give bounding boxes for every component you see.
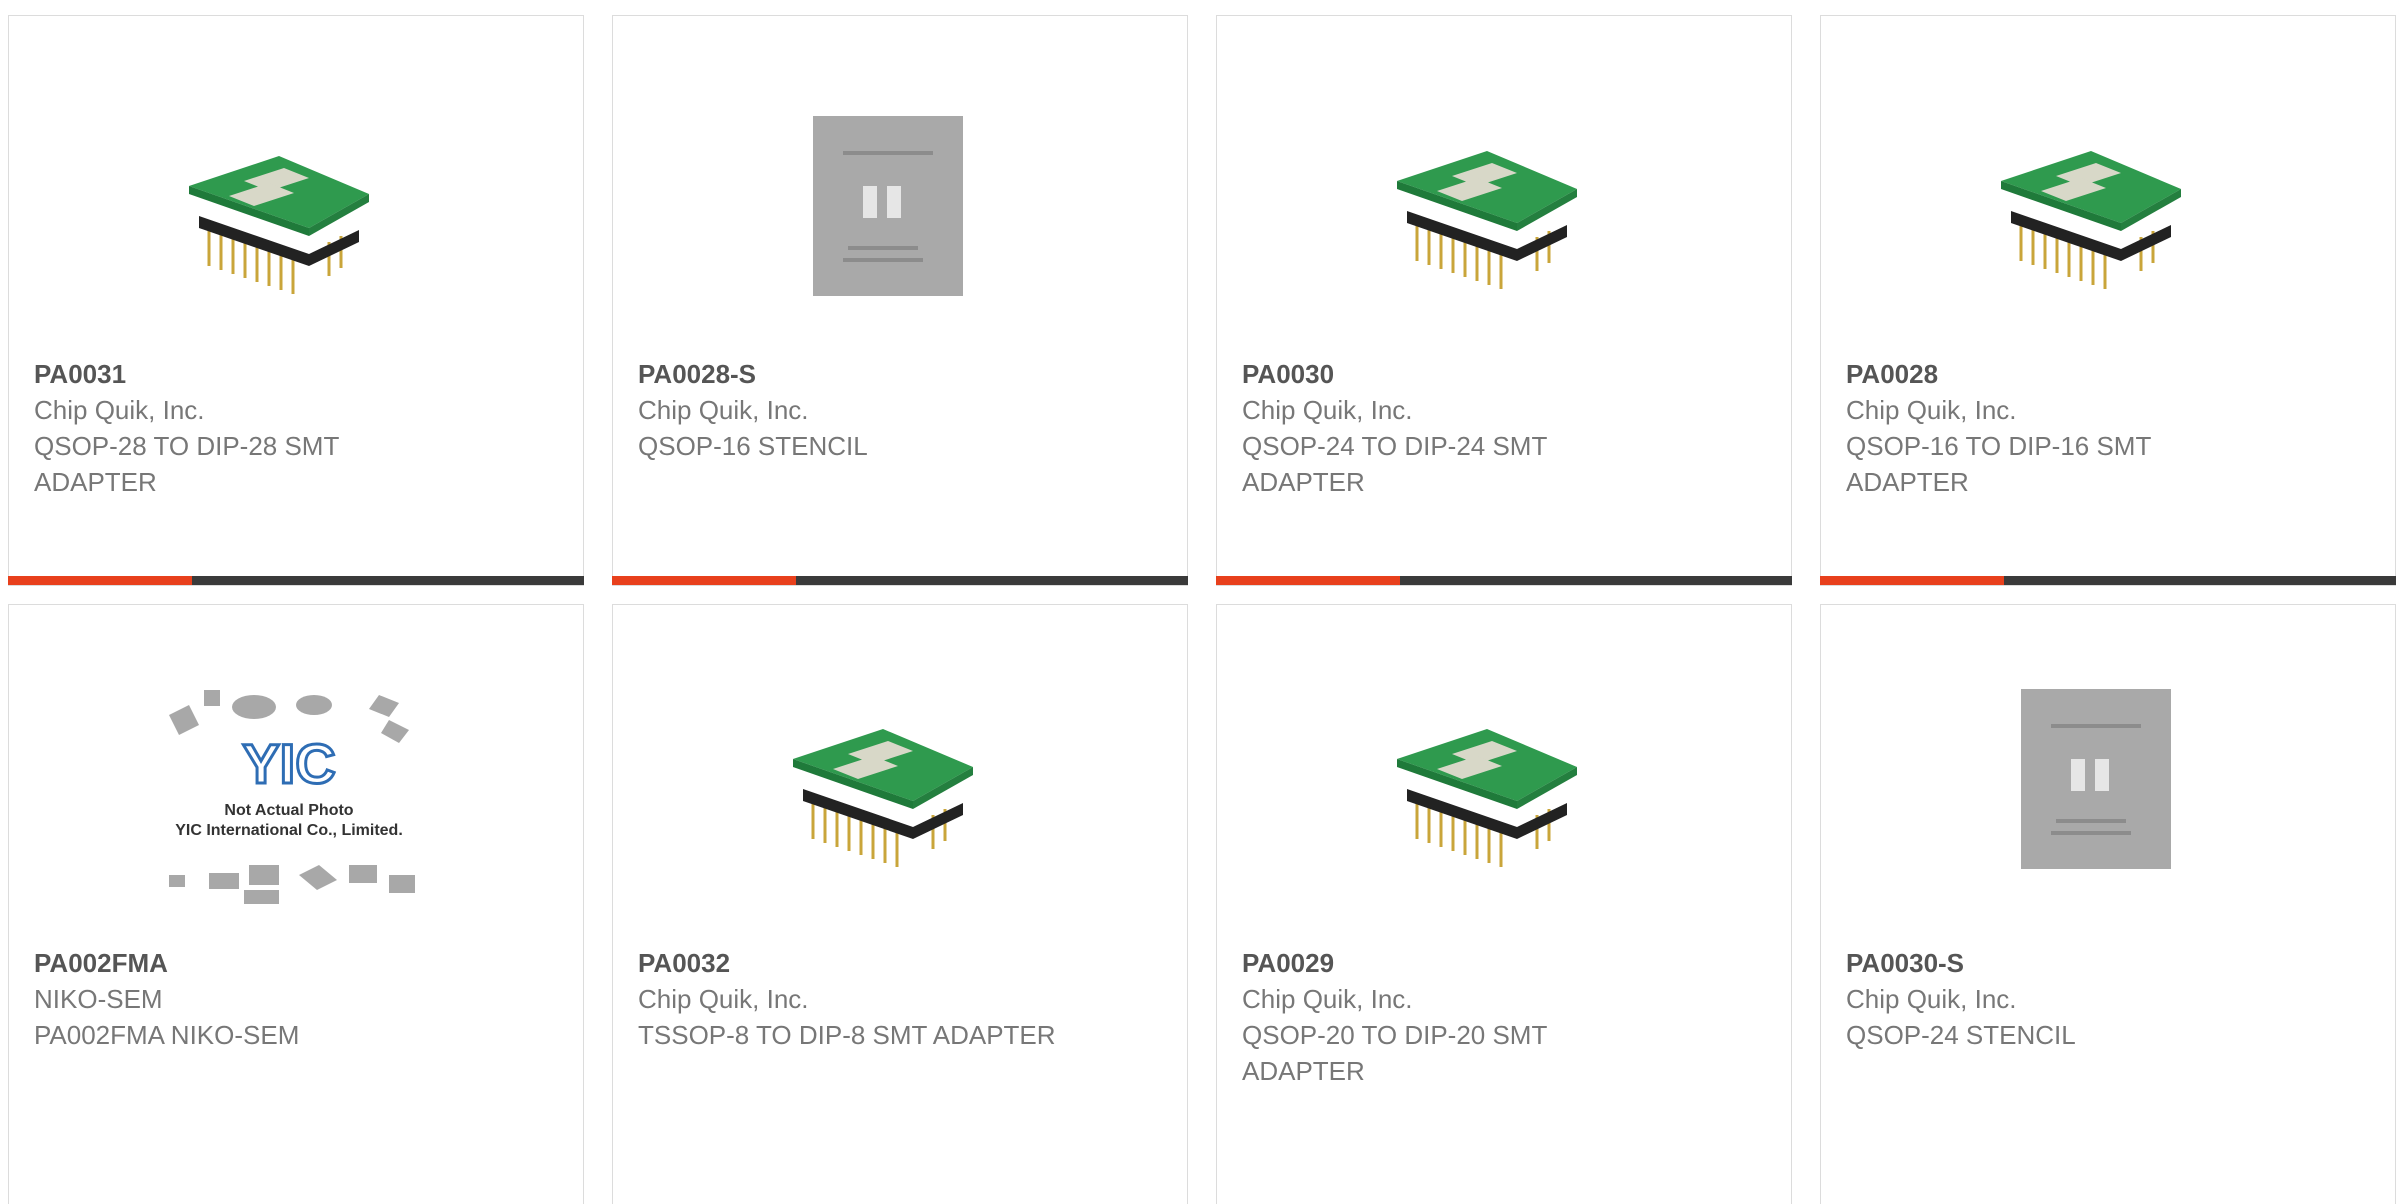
manufacturer: Chip Quik, Inc.	[1846, 984, 2017, 1014]
product-card[interactable]: PA0028 Chip Quik, Inc. QSOP-16 TO DIP-16…	[1820, 15, 2396, 586]
product-info: PA0029 Chip Quik, Inc. QSOP-20 TO DIP-20…	[1242, 945, 1762, 1089]
dip-adapter-20-icon	[1395, 727, 1579, 869]
description: QSOP-28 TO DIP-28 SMT ADAPTER	[34, 431, 339, 497]
placeholder-line2: YIC International Co., Limited.	[175, 822, 403, 839]
part-number[interactable]: PA0030-S	[1846, 945, 2366, 981]
dip-adapter-24-icon	[1395, 149, 1579, 291]
part-number[interactable]: PA0030	[1242, 356, 1762, 392]
product-info: PA002FMA NIKO-SEM PA002FMA NIKO-SEM	[34, 945, 554, 1053]
part-number[interactable]: PA0029	[1242, 945, 1762, 981]
product-info: PA0032 Chip Quik, Inc. TSSOP-8 TO DIP-8 …	[638, 945, 1158, 1053]
product-card[interactable]: YIC Not Actual Photo YIC International C…	[8, 604, 584, 1204]
product-info: PA0031 Chip Quik, Inc. QSOP-28 TO DIP-28…	[34, 356, 554, 500]
accent-bar	[8, 576, 192, 585]
part-number[interactable]: PA002FMA	[34, 945, 554, 981]
dip-adapter-8-icon	[791, 727, 975, 869]
description: QSOP-16 STENCIL	[638, 431, 868, 461]
description: TSSOP-8 TO DIP-8 SMT ADAPTER	[638, 1020, 1056, 1050]
accent-bar	[1216, 576, 1400, 585]
product-info: PA0030-S Chip Quik, Inc. QSOP-24 STENCIL	[1846, 945, 2366, 1053]
manufacturer: Chip Quik, Inc.	[1242, 395, 1413, 425]
product-card[interactable]: PA0030-S Chip Quik, Inc. QSOP-24 STENCIL	[1820, 604, 2396, 1204]
card-footer-bar	[612, 576, 1188, 585]
description: QSOP-16 TO DIP-16 SMT ADAPTER	[1846, 431, 2151, 497]
description: QSOP-20 TO DIP-20 SMT ADAPTER	[1242, 1020, 1547, 1086]
part-number[interactable]: PA0031	[34, 356, 554, 392]
part-number[interactable]: PA0032	[638, 945, 1158, 981]
stencil-icon	[813, 116, 963, 296]
accent-bar	[1820, 576, 2004, 585]
part-number[interactable]: PA0028-S	[638, 356, 1158, 392]
product-info: PA0030 Chip Quik, Inc. QSOP-24 TO DIP-24…	[1242, 356, 1762, 500]
placeholder-line1: Not Actual Photo	[224, 802, 353, 819]
description: QSOP-24 TO DIP-24 SMT ADAPTER	[1242, 431, 1547, 497]
product-card[interactable]: PA0031 Chip Quik, Inc. QSOP-28 TO DIP-28…	[8, 15, 584, 586]
product-card[interactable]: PA0029 Chip Quik, Inc. QSOP-20 TO DIP-20…	[1216, 604, 1792, 1204]
part-number[interactable]: PA0028	[1846, 356, 2366, 392]
manufacturer: Chip Quik, Inc.	[638, 984, 809, 1014]
accent-bar	[612, 576, 796, 585]
product-grid: PA0031 Chip Quik, Inc. QSOP-28 TO DIP-28…	[0, 0, 2400, 1204]
placeholder-photo-icon: YIC Not Actual Photo YIC International C…	[169, 690, 415, 904]
card-footer-bar	[8, 576, 584, 585]
card-footer-bar	[1820, 576, 2396, 585]
manufacturer: NIKO-SEM	[34, 984, 163, 1014]
product-card[interactable]: PA0032 Chip Quik, Inc. TSSOP-8 TO DIP-8 …	[612, 604, 1188, 1204]
dip-adapter-16-icon	[1999, 149, 2183, 291]
product-info: PA0028-S Chip Quik, Inc. QSOP-16 STENCIL	[638, 356, 1158, 464]
stencil-icon	[2021, 689, 2171, 869]
yic-logo: YIC	[242, 732, 335, 795]
manufacturer: Chip Quik, Inc.	[34, 395, 205, 425]
dip-adapter-28-icon	[187, 154, 371, 296]
product-info: PA0028 Chip Quik, Inc. QSOP-16 TO DIP-16…	[1846, 356, 2366, 500]
manufacturer: Chip Quik, Inc.	[1846, 395, 2017, 425]
product-card[interactable]: PA0028-S Chip Quik, Inc. QSOP-16 STENCIL	[612, 15, 1188, 586]
description: PA002FMA NIKO-SEM	[34, 1020, 300, 1050]
card-footer-bar	[1216, 576, 1792, 585]
manufacturer: Chip Quik, Inc.	[638, 395, 809, 425]
manufacturer: Chip Quik, Inc.	[1242, 984, 1413, 1014]
product-card[interactable]: PA0030 Chip Quik, Inc. QSOP-24 TO DIP-24…	[1216, 15, 1792, 586]
description: QSOP-24 STENCIL	[1846, 1020, 2076, 1050]
